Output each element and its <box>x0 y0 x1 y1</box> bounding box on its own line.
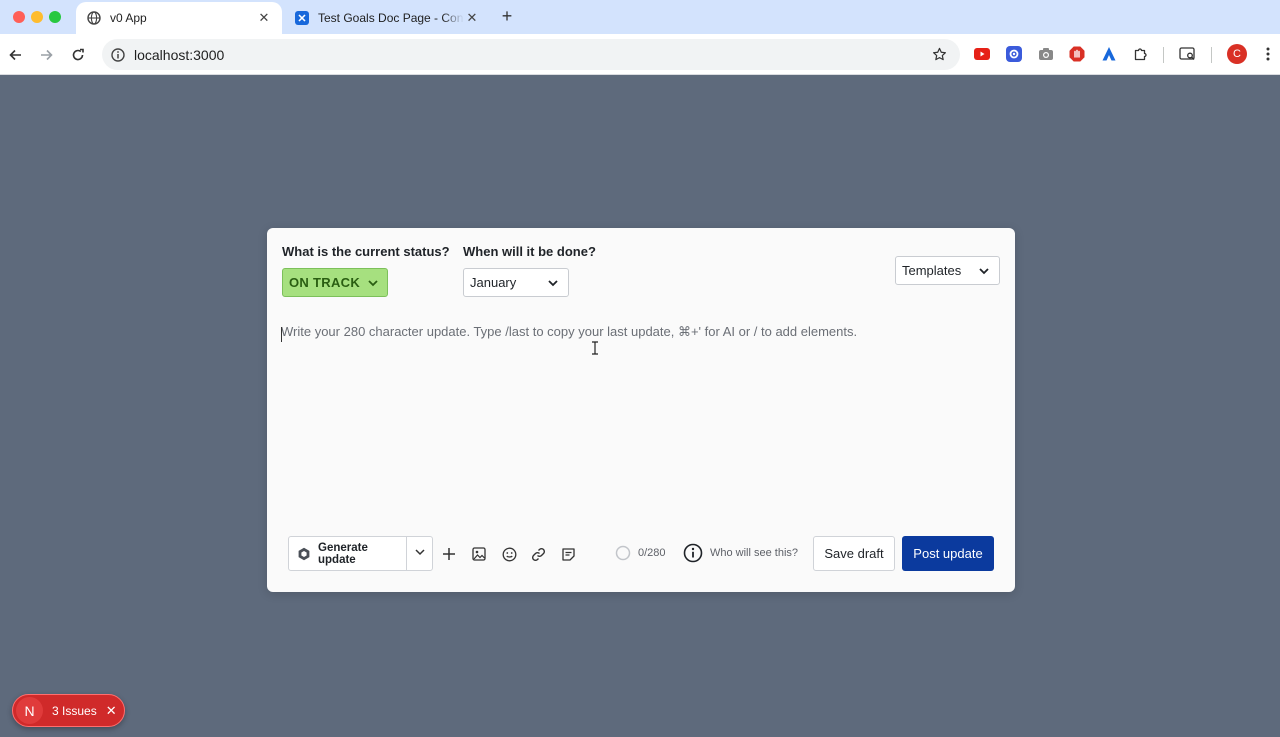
gear-extension-icon[interactable] <box>1005 45 1023 63</box>
save-draft-button[interactable]: Save draft <box>813 536 895 571</box>
confluence-icon: ✕ <box>294 10 310 26</box>
address-bar[interactable]: localhost:3000 <box>102 39 960 70</box>
note-template-icon[interactable] <box>559 545 577 563</box>
generate-update-split-button: Generate update <box>288 536 433 571</box>
templates-dropdown[interactable]: Templates <box>895 256 1000 285</box>
youtube-icon[interactable] <box>973 45 991 63</box>
tab-search-icon[interactable] <box>1179 45 1197 63</box>
toolbar-divider <box>1163 47 1164 63</box>
reload-icon[interactable] <box>68 45 88 65</box>
post-update-button[interactable]: Post update <box>902 536 994 571</box>
hand-stop-icon[interactable] <box>1068 45 1086 63</box>
nextjs-logo-icon: N <box>16 697 43 724</box>
close-icon[interactable]: ✕ <box>256 10 272 26</box>
status-update-dialog: What is the current status? When will it… <box>267 228 1015 592</box>
close-icon[interactable]: ✕ <box>464 10 480 26</box>
due-date-dropdown[interactable]: January <box>463 268 569 297</box>
puzzle-icon[interactable] <box>1132 45 1150 63</box>
emoji-icon[interactable] <box>500 545 518 563</box>
generate-options-button[interactable] <box>407 537 432 570</box>
camera-icon[interactable] <box>1037 45 1055 63</box>
atlassian-icon[interactable] <box>1100 45 1118 63</box>
url-text: localhost:3000 <box>134 46 225 63</box>
due-date-value: January <box>470 275 517 290</box>
ai-hexagon-icon <box>297 547 311 561</box>
globe-icon <box>86 10 102 26</box>
status-dropdown[interactable]: ON TRACK <box>282 268 388 297</box>
bookmark-star-icon[interactable] <box>930 45 948 63</box>
update-text-editor[interactable] <box>281 324 1001 524</box>
insert-link-icon[interactable] <box>529 545 547 563</box>
generate-update-label: Generate update <box>318 541 368 566</box>
profile-avatar[interactable]: C <box>1227 44 1247 64</box>
text-caret <box>281 327 282 342</box>
status-value: ON TRACK <box>289 275 361 290</box>
ibeam-cursor-icon <box>590 341 600 355</box>
issues-count-label[interactable]: 3 Issues <box>52 704 97 718</box>
maximize-window-button[interactable] <box>49 11 61 23</box>
insert-image-icon[interactable] <box>470 545 488 563</box>
generate-update-button[interactable]: Generate update <box>289 537 407 570</box>
chevron-down-icon <box>978 265 990 280</box>
templates-label: Templates <box>902 263 962 278</box>
back-icon[interactable] <box>6 45 26 65</box>
character-progress-ring <box>615 545 631 561</box>
browser-titlebar: v0 App ✕ ✕ Test Goals Doc Page - Conflue… <box>0 0 1280 34</box>
dev-issues-badge[interactable]: N 3 Issues ✕ <box>12 694 125 727</box>
chevron-down-icon <box>414 545 426 563</box>
tab-title: Test Goals Doc Page - Confluence <box>318 11 464 25</box>
status-label: What is the current status? <box>282 244 450 259</box>
due-date-label: When will it be done? <box>463 244 596 259</box>
browser-toolbar: localhost:3000 C <box>0 34 1280 75</box>
minimize-window-button[interactable] <box>31 11 43 23</box>
tab-confluence[interactable]: ✕ Test Goals Doc Page - Confluence ✕ <box>284 2 490 34</box>
add-element-plus-icon[interactable] <box>440 545 458 563</box>
forward-icon[interactable] <box>36 45 56 65</box>
toolbar-divider <box>1211 47 1212 63</box>
new-tab-button[interactable]: + <box>498 7 516 26</box>
site-info-icon[interactable] <box>110 47 126 63</box>
visibility-hint[interactable]: Who will see this? <box>710 547 798 559</box>
close-window-button[interactable] <box>13 11 25 23</box>
tab-title: v0 App <box>110 11 147 25</box>
info-icon[interactable] <box>683 543 703 563</box>
chevron-down-icon <box>367 277 379 292</box>
more-menu-icon[interactable] <box>1259 45 1277 63</box>
close-icon[interactable]: ✕ <box>106 703 117 719</box>
chevron-down-icon <box>547 277 559 292</box>
character-count: 0/280 <box>638 547 666 559</box>
tab-v0-app[interactable]: v0 App ✕ <box>76 2 282 34</box>
